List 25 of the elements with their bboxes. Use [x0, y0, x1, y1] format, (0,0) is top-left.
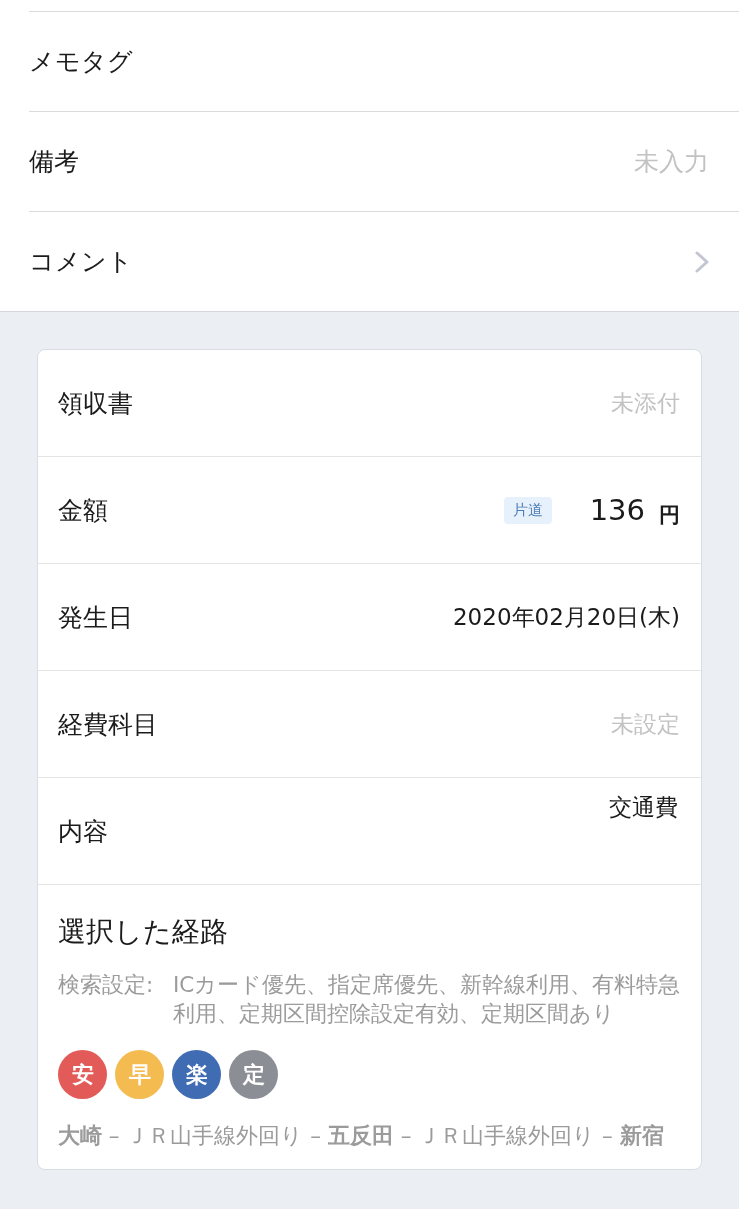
amount-value: 136 — [589, 493, 645, 527]
field-label: 内容 — [58, 815, 108, 848]
field-value: 未添付 — [611, 388, 680, 418]
route-tag: 定 — [229, 1050, 278, 1099]
field-label: 金額 — [58, 494, 108, 527]
row-label: コメント — [29, 246, 133, 278]
route-tag: 楽 — [172, 1050, 221, 1099]
chevron-right-icon[interactable] — [695, 250, 709, 273]
field-value: 交通費 — [609, 793, 678, 822]
row-label: メモタグ — [29, 46, 133, 78]
field-value: 2020年02月20日(木) — [453, 602, 680, 632]
field-label: 発生日 — [58, 601, 133, 634]
route-tag: 早 — [115, 1050, 164, 1099]
field-label: 領収書 — [58, 387, 133, 420]
route-title: 選択した経路 — [58, 914, 229, 950]
trip-type-tag: 片道 — [503, 496, 552, 524]
route-tag: 安 — [58, 1050, 107, 1099]
row-label: 備考 — [29, 146, 79, 178]
field-label: 経費科目 — [58, 708, 158, 741]
settings-label: 検索設定: — [58, 971, 155, 999]
currency-unit: 円 — [659, 502, 680, 529]
route-path-text: 大崎 – ＪＲ山手線外回り – 五反田 – ＪＲ山手線外回り – 新宿 — [58, 1122, 665, 1150]
settings-text: ICカード優先、指定席優先、新幹線利用、有料特急利用、定期区間控除設定有効、定期区間あり — [173, 971, 681, 1028]
field-value: 未設定 — [611, 709, 680, 739]
row-value: 未入力 — [634, 146, 709, 178]
